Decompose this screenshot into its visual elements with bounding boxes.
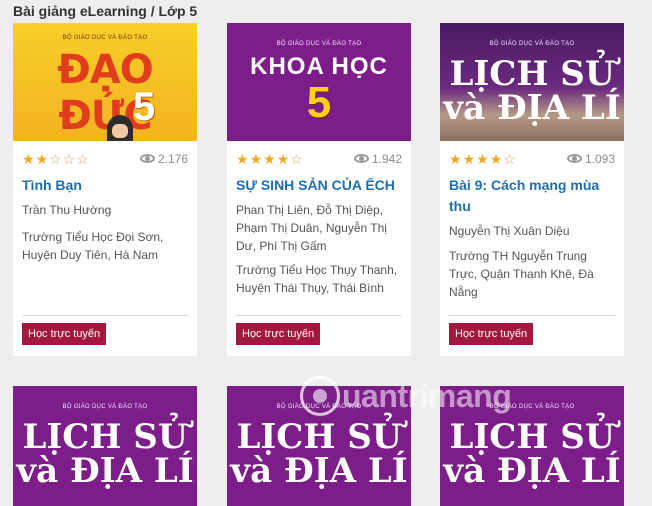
star-filled-icon: ★ <box>249 151 264 167</box>
star-filled-icon: ★ <box>476 151 490 167</box>
cover-illustration <box>107 115 133 141</box>
lightbulb-icon <box>300 376 340 416</box>
cover-title: KHOA HỌC <box>250 53 388 80</box>
rating-stars: ★★★★☆ <box>449 151 517 167</box>
cover-publisher: BỘ GIÁO DỤC VÀ ĐÀO TẠO <box>276 41 362 47</box>
lesson-card: BỘ GIÁO DỤC VÀ ĐÀO TẠO LỊCH SỬ và ĐỊA LÍ <box>13 386 197 506</box>
star-empty-icon: ☆ <box>62 151 77 167</box>
lesson-card: BỘ GIÁO DỤC VÀ ĐÀO TẠO ĐẠO ĐỨC 5 ★★☆☆☆ 2… <box>13 23 197 356</box>
lesson-title-link[interactable]: Tình Bạn <box>22 175 191 196</box>
view-count: 1.942 <box>353 151 402 167</box>
cover-title-line2: và ĐỊA LÍ <box>443 451 621 491</box>
cover-title: LỊCH SỬ và ĐỊA LÍ <box>440 420 624 488</box>
lesson-school: Trường TH Nguyễn Trung Trực, Quận Thanh … <box>449 249 594 299</box>
lesson-card: BỘ GIÁO DỤC VÀ ĐÀO TẠO LỊCH SỬ và ĐỊA LÍ… <box>440 23 624 356</box>
book-cover-image[interactable]: BỘ GIÁO DỤC VÀ ĐÀO TẠO KHOA HỌC 5 <box>227 23 411 141</box>
divider <box>236 315 402 316</box>
cover-title: ĐẠO ĐỨC <box>57 47 153 139</box>
watermark-logo: uantrimang <box>300 370 600 430</box>
star-filled-icon: ★ <box>489 151 504 167</box>
lesson-author: Nguyễn Thị Xuân Diệu <box>449 224 570 238</box>
rating-stars: ★★★★☆ <box>236 151 304 167</box>
star-filled-icon: ★ <box>462 151 477 167</box>
star-filled-icon: ★ <box>449 151 463 167</box>
watermark-text: uantrimang <box>342 378 512 414</box>
cover-title-line2: và ĐỊA LÍ <box>443 88 621 128</box>
cover-title: LỊCH SỬ và ĐỊA LÍ <box>227 420 411 488</box>
star-empty-icon: ☆ <box>290 151 304 167</box>
cover-title-line1: LỊCH SỬ <box>449 54 615 94</box>
star-empty-icon: ☆ <box>503 151 517 167</box>
book-cover-image[interactable]: BỘ GIÁO DỤC VÀ ĐÀO TẠO LỊCH SỬ và ĐỊA LÍ <box>440 23 624 141</box>
view-count: 2.176 <box>139 151 188 167</box>
divider <box>22 315 188 316</box>
learn-online-button[interactable]: Học trực tuyến <box>22 323 107 345</box>
cover-grade: 5 <box>306 78 332 127</box>
star-empty-icon: ☆ <box>49 151 63 167</box>
learn-online-button[interactable]: Học trực tuyến <box>449 323 534 345</box>
cover-publisher: BỘ GIÁO DỤC VÀ ĐÀO TẠO <box>62 35 148 41</box>
lesson-title-link[interactable]: SỰ SINH SẢN CỦA ẾCH <box>236 175 405 196</box>
cover-title: LỊCH SỬ và ĐỊA LÍ <box>440 57 624 125</box>
divider <box>449 315 615 316</box>
eye-icon <box>353 154 369 164</box>
view-count-value: 1.093 <box>584 152 615 166</box>
eye-icon <box>139 154 155 164</box>
cover-publisher: BỘ GIÁO DỤC VÀ ĐÀO TẠO <box>489 41 575 47</box>
lesson-author: Trần Thu Hường <box>22 203 112 217</box>
learn-online-button[interactable]: Học trực tuyến <box>236 323 321 345</box>
book-cover-image[interactable]: BỘ GIÁO DỤC VÀ ĐÀO TẠO ĐẠO ĐỨC 5 <box>13 23 197 141</box>
lesson-school: Trường Tiểu Học Thụy Thanh, Huyện Thái T… <box>236 263 398 295</box>
lesson-author: Phan Thị Liên, Đỗ Thị Diệp, Phạm Thị Duâ… <box>236 203 387 253</box>
eye-icon <box>566 154 582 164</box>
view-count-value: 2.176 <box>157 152 188 166</box>
book-cover-image[interactable]: BỘ GIÁO DỤC VÀ ĐÀO TẠO LỊCH SỬ và ĐỊA LÍ <box>13 386 197 506</box>
view-count: 1.093 <box>566 151 615 167</box>
star-filled-icon: ★ <box>263 151 277 167</box>
star-empty-icon: ☆ <box>76 151 90 167</box>
star-filled-icon: ★ <box>276 151 291 167</box>
star-filled-icon: ★ <box>236 151 250 167</box>
star-filled-icon: ★ <box>35 151 50 167</box>
view-count-value: 1.942 <box>371 152 402 166</box>
rating-stars: ★★☆☆☆ <box>22 151 90 167</box>
cover-publisher: BỘ GIÁO DỤC VÀ ĐÀO TẠO <box>62 404 148 410</box>
cover-title-line1: LỊCH SỬ <box>22 417 188 457</box>
cover-title-line2: và ĐỊA LÍ <box>230 451 408 491</box>
cover-grade: 5 <box>133 85 156 129</box>
star-filled-icon: ★ <box>22 151 36 167</box>
cover-title-line2: và ĐỊA LÍ <box>16 451 194 491</box>
lesson-title-link[interactable]: Bài 9: Cách mạng mùa thu <box>449 175 618 217</box>
lesson-card: BỘ GIÁO DỤC VÀ ĐÀO TẠO KHOA HỌC 5 ★★★★☆ … <box>227 23 411 356</box>
page-breadcrumb: Bài giảng eLearning / Lớp 5 <box>13 3 198 19</box>
lesson-school: Trường Tiểu Học Đọi Sơn, Huyện Duy Tiên,… <box>22 230 164 262</box>
cover-title: LỊCH SỬ và ĐỊA LÍ <box>13 420 197 488</box>
